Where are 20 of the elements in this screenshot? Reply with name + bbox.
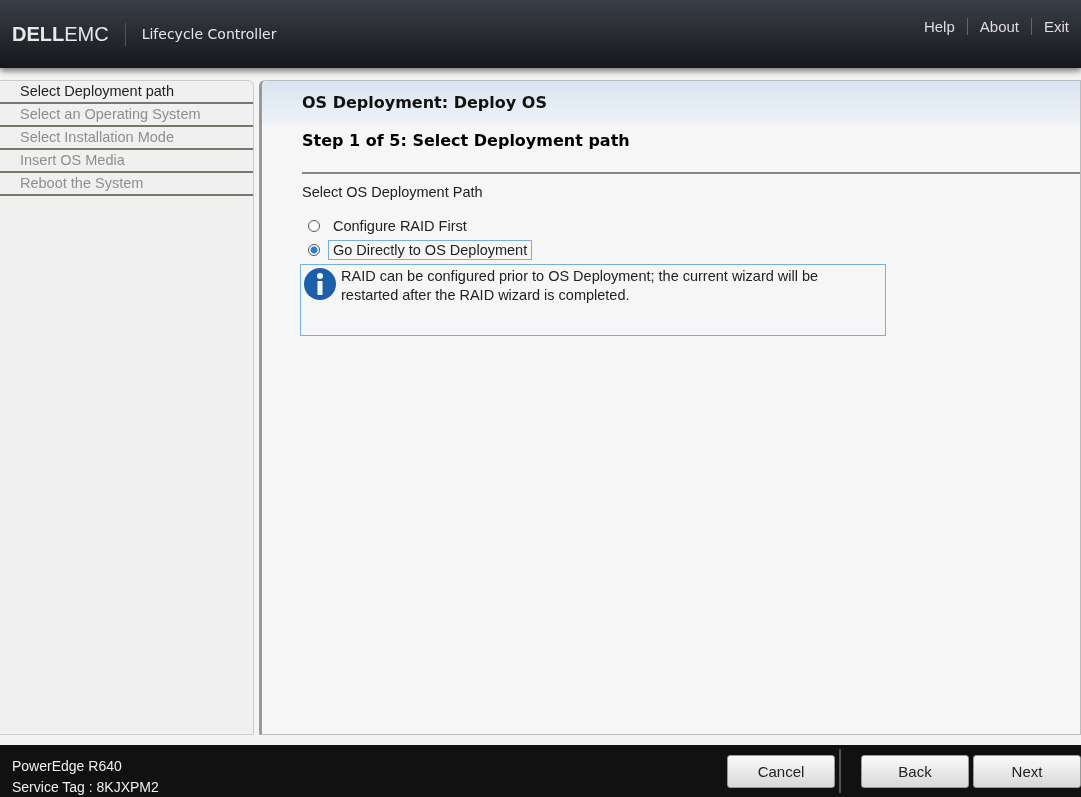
radio-label[interactable]: Configure RAID First bbox=[328, 216, 472, 236]
header-link[interactable]: About bbox=[966, 18, 1031, 35]
footer-button[interactable]: Next bbox=[973, 754, 1081, 788]
header-link[interactable]: Help bbox=[911, 18, 967, 35]
radio-button[interactable] bbox=[308, 244, 320, 256]
footer-button[interactable]: Cancel bbox=[727, 754, 835, 788]
product-title: Lifecycle Controller bbox=[141, 26, 277, 42]
header-link[interactable]: Exit bbox=[1031, 18, 1081, 35]
page-title: OS Deployment: Deploy OS bbox=[262, 81, 1080, 124]
info-icon bbox=[303, 267, 337, 301]
step-title: Step 1 of 5: Select Deployment path bbox=[302, 124, 1080, 174]
model-name: PowerEdge R640 bbox=[12, 757, 123, 774]
section-label: Select OS Deployment Path bbox=[302, 184, 484, 200]
service-tag: Service Tag : 8KJXPM2 bbox=[12, 778, 159, 795]
footer-button[interactable]: Back bbox=[861, 754, 969, 788]
logo: DELLEMC bbox=[12, 22, 126, 46]
radio-button[interactable] bbox=[308, 220, 320, 232]
radio-label[interactable]: Go Directly to OS Deployment bbox=[328, 240, 533, 260]
wizard-step[interactable]: Select Deployment path bbox=[0, 81, 253, 104]
info-text: RAID can be configured prior to OS Deployment; the current wizard will be restarted after the RAID wizard is completed. bbox=[341, 267, 820, 305]
